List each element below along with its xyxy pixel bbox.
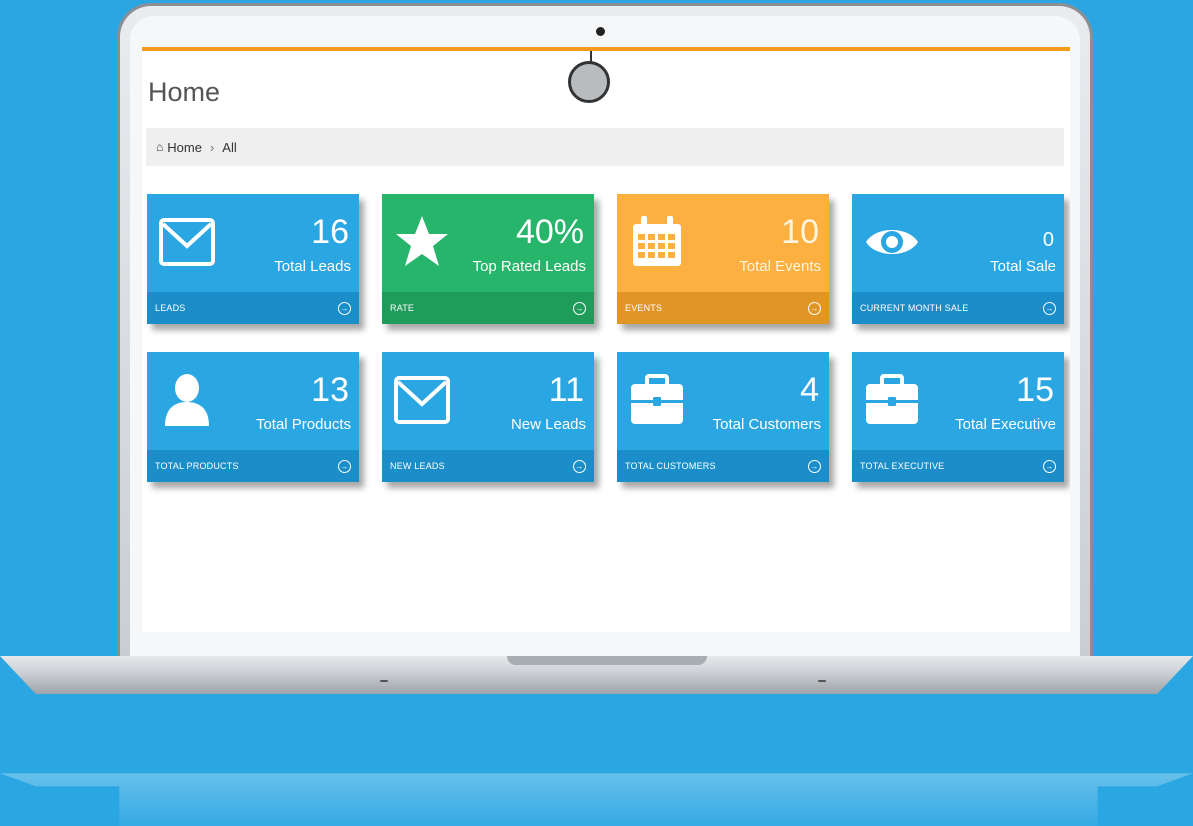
arrow-right-circle-icon: → (1043, 459, 1056, 473)
tile-label: Total Customers (712, 416, 821, 433)
tile-value: 40% (515, 213, 584, 251)
tile-footer-link[interactable]: CURRENT MONTH SALE → (852, 292, 1064, 324)
tile-footer-link[interactable]: NEW LEADS → (382, 450, 594, 482)
breadcrumb-separator: › (209, 139, 215, 155)
arrow-right-circle-icon: → (573, 301, 586, 315)
tile-value: 11 (548, 371, 584, 409)
cursor-ring-icon (568, 61, 610, 103)
tile-value: 0 (1042, 229, 1054, 251)
tile-footer-label: EVENTS (625, 303, 663, 313)
arrow-right-circle-icon: → (573, 459, 586, 473)
tile-footer-label: NEW LEADS (390, 461, 445, 471)
tile-label: Total Products (255, 416, 351, 433)
tile-new-leads[interactable]: 11 New Leads NEW LEADS → (382, 352, 594, 482)
tile-value: 15 (1016, 371, 1054, 409)
tile-total-customers[interactable]: 4 Total Customers TOTAL CUSTOMERS → (617, 352, 829, 482)
briefcase-icon (866, 374, 918, 424)
arrow-right-circle-icon: → (808, 459, 821, 473)
tile-footer-label: CURRENT MONTH SALE (860, 303, 969, 313)
tile-footer-label: RATE (390, 303, 415, 313)
breadcrumb-home-link[interactable]: Home (167, 140, 202, 155)
webcam (596, 27, 605, 36)
tile-total-products[interactable]: 13 Total Products TOTAL PRODUCTS → (147, 352, 359, 482)
tile-label: Total Events (739, 258, 821, 275)
calendar-icon (633, 216, 681, 266)
tile-value: 16 (311, 213, 349, 251)
laptop-hinge-notch (507, 656, 707, 665)
tile-footer-link[interactable]: TOTAL CUSTOMERS → (617, 450, 829, 482)
eye-icon (866, 230, 918, 254)
tile-footer-link[interactable]: EVENTS → (617, 292, 829, 324)
laptop-foot-right (818, 680, 826, 682)
arrow-right-circle-icon: → (338, 301, 351, 315)
top-accent-bar (142, 47, 1070, 51)
tile-value: 13 (311, 371, 349, 409)
tile-total-leads[interactable]: 16 Total Leads LEADS → (147, 194, 359, 324)
breadcrumb: ⌂ Home › All (146, 128, 1064, 166)
tile-value: 4 (800, 371, 819, 409)
tile-label: Total Sale (990, 258, 1056, 275)
user-icon (165, 374, 209, 426)
tile-footer-link[interactable]: RATE → (382, 292, 594, 324)
tile-footer-link[interactable]: TOTAL PRODUCTS → (147, 450, 359, 482)
tile-total-events[interactable]: 10 Total Events EVENTS → (617, 194, 829, 324)
tile-footer-label: TOTAL CUSTOMERS (625, 461, 716, 471)
tile-label: Total Executive (955, 416, 1056, 433)
envelope-icon (394, 376, 450, 424)
arrow-right-circle-icon: → (338, 459, 351, 473)
tile-footer-label: LEADS (155, 303, 186, 313)
tile-value: 10 (781, 213, 819, 251)
tile-total-executive[interactable]: 15 Total Executive TOTAL EXECUTIVE → (852, 352, 1064, 482)
tile-footer-link[interactable]: TOTAL EXECUTIVE → (852, 450, 1064, 482)
arrow-right-circle-icon: → (808, 301, 821, 315)
app-screen: Home ⌂ Home › All 16 Total Leads LEADS → (142, 47, 1070, 632)
tile-footer-link[interactable]: LEADS → (147, 292, 359, 324)
briefcase-icon (631, 374, 683, 424)
tile-total-sale[interactable]: 0 Total Sale CURRENT MONTH SALE → (852, 194, 1064, 324)
tile-label: New Leads (510, 416, 586, 433)
page-title: Home (148, 77, 221, 107)
tile-top-rated-leads[interactable]: 40% Top Rated Leads RATE → (382, 194, 594, 324)
star-icon (396, 216, 448, 266)
tile-footer-label: TOTAL EXECUTIVE (860, 461, 945, 471)
arrow-right-circle-icon: → (1043, 301, 1056, 315)
home-icon: ⌂ (156, 140, 164, 154)
tile-label: Top Rated Leads (472, 258, 586, 275)
breadcrumb-current: All (222, 139, 237, 155)
laptop-foot-left (380, 680, 388, 682)
envelope-icon (159, 218, 215, 266)
tile-label: Total Leads (274, 258, 351, 275)
laptop-reflection (0, 773, 1193, 826)
tile-footer-label: TOTAL PRODUCTS (155, 461, 239, 471)
